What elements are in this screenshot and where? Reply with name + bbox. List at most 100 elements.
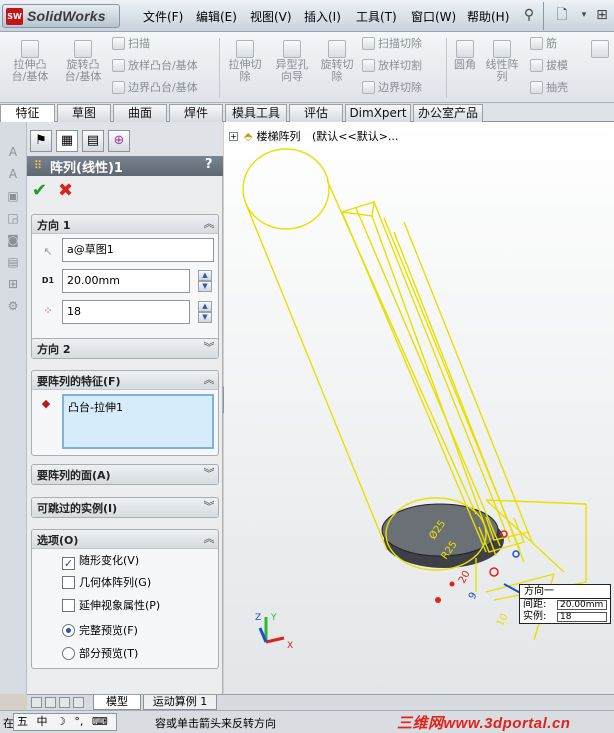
options-header[interactable]: 选项(O) ︽ — [32, 530, 218, 549]
radio[interactable] — [62, 647, 75, 660]
spin-down-icon[interactable]: ▼ — [198, 281, 212, 292]
reverse-direction-icon[interactable]: ↖ — [39, 243, 57, 261]
callout-spacing-value[interactable]: 20.00mm — [557, 600, 607, 610]
full-preview-option[interactable]: 完整预览(F) — [62, 624, 138, 638]
tab-weldments[interactable]: 焊件 — [169, 104, 223, 122]
cancel-button[interactable]: ✖ — [58, 182, 73, 200]
menu-insert[interactable]: 插入(I) — [304, 8, 341, 25]
direction-2-header[interactable]: 方向 2 ︾ — [32, 339, 218, 358]
draft-button[interactable]: 拔模 — [530, 59, 568, 73]
faces-to-pattern-group[interactable]: 要阵列的面(A) ︾ — [31, 464, 219, 485]
wrap-button[interactable] — [588, 40, 612, 59]
checkbox-checked[interactable]: ✓ — [62, 557, 75, 570]
note-icon[interactable]: ▣ — [5, 188, 21, 204]
rib-button[interactable]: 筋 — [530, 37, 557, 51]
spacing-input[interactable]: 20.00mm — [62, 269, 190, 293]
previous-tab-icon[interactable] — [45, 697, 56, 708]
options-icon[interactable]: ⚙ — [5, 298, 21, 314]
datum-icon[interactable]: ◙ — [5, 232, 21, 248]
sweep-button[interactable]: 扫描 — [112, 37, 150, 51]
open-icon[interactable]: ⊞ — [593, 6, 611, 24]
direction-2-group[interactable]: 方向 2 ︾ — [31, 338, 219, 359]
radio-selected[interactable] — [62, 624, 75, 637]
help-button[interactable]: ? — [205, 157, 213, 172]
property-manager-tab-icon[interactable]: ▦ — [56, 130, 78, 152]
instances-input[interactable]: 18 — [62, 300, 190, 324]
shell-button[interactable]: 抽壳 — [530, 81, 568, 95]
weld-symbol-icon[interactable]: ◲ — [5, 210, 21, 226]
revolved-cut-button[interactable]: 旋转切 除 — [316, 40, 358, 83]
graphics-area[interactable]: + ⬘ 楼梯阵列 (默认<<默认>... Ø25 R25 20 9 10 Z Y… — [224, 122, 614, 694]
menu-tools[interactable]: 工具(T) — [356, 8, 397, 25]
dim-label-4[interactable]: 9 — [467, 591, 480, 602]
geometry-pattern-option[interactable]: 几何体阵列(G) — [62, 576, 151, 590]
hole-wizard-button[interactable]: 异型孔 向导 — [270, 40, 314, 83]
instances-spinner[interactable]: ▲ ▼ — [198, 301, 212, 323]
new-document-icon[interactable]: 🗋 — [553, 6, 571, 24]
fillet-button[interactable]: 圆角 — [450, 40, 480, 71]
dim-label-3[interactable]: 20 — [457, 569, 473, 585]
chevron-up-icon[interactable]: ︽ — [203, 216, 215, 232]
tab-model[interactable]: 模型 — [93, 695, 141, 710]
partial-preview-option[interactable]: 部分预览(T) — [62, 647, 138, 661]
menu-window[interactable]: 窗口(W) — [411, 8, 456, 25]
chevron-down-icon[interactable]: ︾ — [203, 499, 215, 515]
tab-mold-tools[interactable]: 模具工具 — [225, 104, 287, 122]
tab-evaluate[interactable]: 评估 — [289, 104, 343, 122]
tab-features[interactable]: 特征 — [0, 104, 55, 123]
features-to-pattern-header[interactable]: 要阵列的特征(F) ︽ — [32, 371, 218, 390]
checkbox[interactable] — [62, 599, 75, 612]
features-list[interactable]: 凸台-拉伸1 — [62, 394, 214, 449]
menu-view[interactable]: 视图(V) — [250, 8, 292, 25]
dimxpert-manager-tab-icon[interactable]: ⊕ — [108, 130, 130, 152]
layer-icon[interactable]: ▤ — [5, 254, 21, 270]
ime-chinese-icon[interactable]: 中 — [37, 715, 48, 728]
configuration-manager-tab-icon[interactable]: ▤ — [82, 130, 104, 152]
faces-to-pattern-header[interactable]: 要阵列的面(A) ︾ — [32, 465, 218, 484]
measure-icon[interactable]: ⊞ — [5, 276, 21, 292]
swept-cut-button[interactable]: 扫描切除 — [362, 37, 422, 51]
ime-halfwidth-icon[interactable]: ☽ — [56, 715, 66, 728]
instances-to-skip-group[interactable]: 可跳过的实例(I) ︾ — [31, 497, 219, 518]
direction-1-callout[interactable]: 方向一 间距: 20.00mm 实例: 18 — [519, 584, 611, 624]
tab-dimxpert[interactable]: DimXpert — [345, 104, 411, 122]
sketch-text-icon[interactable]: A — [5, 144, 21, 160]
last-tab-icon[interactable] — [73, 697, 84, 708]
ime-keyboard-icon[interactable]: ⌨ — [92, 715, 108, 728]
tab-office-products[interactable]: 办公室产品 — [413, 104, 483, 122]
menu-file[interactable]: 文件(F) — [143, 8, 183, 25]
ime-punctuation-icon[interactable]: °, — [74, 715, 83, 728]
solidworks-logo[interactable]: SW SolidWorks — [2, 4, 120, 28]
menu-help[interactable]: 帮助(H) — [467, 8, 509, 25]
boundary-boss-button[interactable]: 边界凸台/基体 — [112, 81, 198, 95]
sketch-tool-icon[interactable]: A — [5, 166, 21, 182]
menu-edit[interactable]: 编辑(E) — [196, 8, 237, 25]
chevron-up-icon[interactable]: ︽ — [203, 372, 215, 388]
tab-motion-study[interactable]: 运动算例 1 — [143, 695, 217, 710]
linear-pattern-button[interactable]: 线性阵 列 — [482, 40, 522, 83]
loft-button[interactable]: 放样凸台/基体 — [112, 59, 198, 73]
next-tab-icon[interactable] — [59, 697, 70, 708]
tab-surfaces[interactable]: 曲面 — [113, 104, 167, 122]
chevron-down-icon[interactable]: ︾ — [203, 466, 215, 482]
first-tab-icon[interactable] — [31, 697, 42, 708]
ime-toolbar[interactable]: 五 中 ☽ °, ⌨ — [13, 713, 117, 731]
callout-count-value[interactable]: 18 — [557, 612, 607, 622]
tab-sketch[interactable]: 草图 — [57, 104, 111, 122]
lofted-cut-button[interactable]: 放样切割 — [362, 59, 422, 73]
dropdown-arrow-icon[interactable]: ▾ — [575, 6, 593, 24]
chevron-up-icon[interactable]: ︽ — [203, 531, 215, 547]
direction-1-header[interactable]: 方向 1 ︽ — [32, 215, 218, 234]
geometry-change-option[interactable]: ✓ 随形变化(V) — [62, 554, 139, 570]
feature-tree-tab-icon[interactable]: ⚑ — [30, 130, 52, 152]
checkbox[interactable] — [62, 576, 75, 589]
boundary-cut-button[interactable]: 边界切除 — [362, 81, 422, 95]
list-item[interactable]: 凸台-拉伸1 — [68, 399, 208, 415]
instances-to-skip-header[interactable]: 可跳过的实例(I) ︾ — [32, 498, 218, 517]
chevron-down-icon[interactable]: ︾ — [203, 340, 215, 356]
spacing-spinner[interactable]: ▲ ▼ — [198, 270, 212, 292]
revolved-boss-button[interactable]: 旋转凸 台/基体 — [58, 40, 108, 83]
ok-button[interactable]: ✔ — [32, 182, 47, 200]
propagate-visual-option[interactable]: 延伸视象属性(P) — [62, 599, 160, 613]
spin-up-icon[interactable]: ▲ — [198, 301, 212, 312]
